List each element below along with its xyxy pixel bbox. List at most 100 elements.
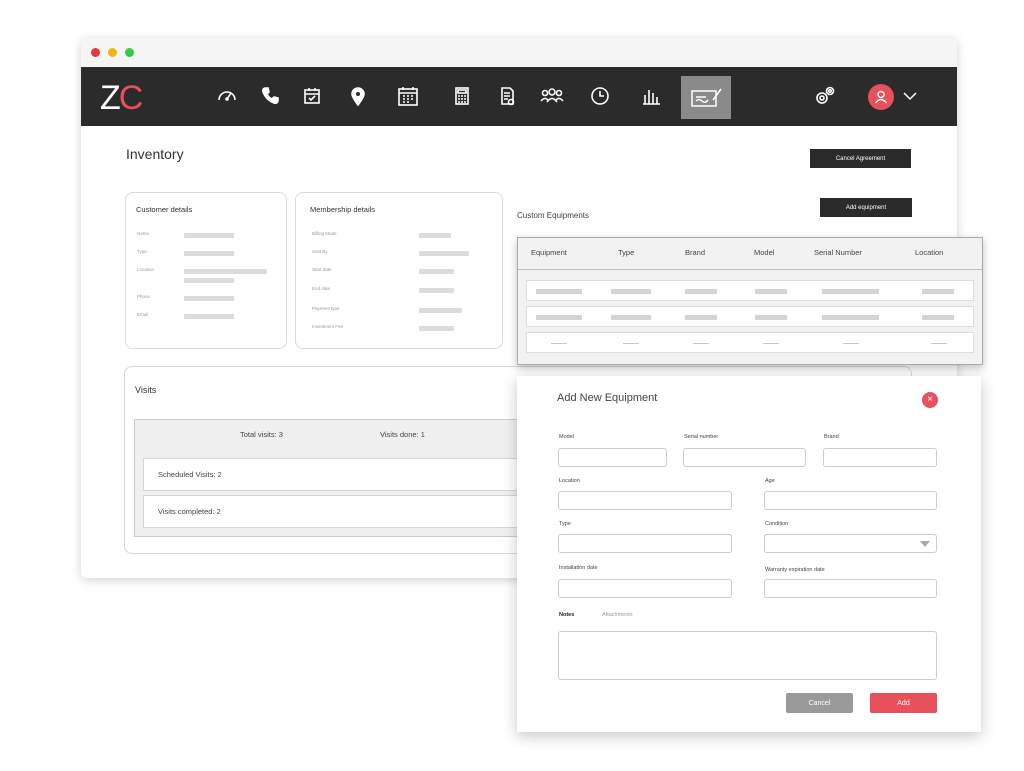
membership-details-title: Membership details xyxy=(310,205,376,214)
cell-placeholder xyxy=(822,315,879,320)
user-avatar-icon[interactable] xyxy=(868,84,894,110)
calendar-check-icon[interactable] xyxy=(297,81,327,111)
field-label: Phone xyxy=(137,294,151,299)
column-header-model[interactable]: Model xyxy=(754,248,774,257)
custom-equipments-table: Equipment Type Brand Model Serial Number… xyxy=(517,237,983,365)
visits-completed-label: Visits completed: 2 xyxy=(158,507,221,516)
window-titlebar xyxy=(81,38,957,67)
close-window-icon[interactable] xyxy=(91,48,100,57)
cell-placeholder xyxy=(611,315,651,320)
gears-icon[interactable] xyxy=(810,81,840,111)
column-header-type[interactable]: Type xyxy=(618,248,634,257)
warranty-expiration-input[interactable] xyxy=(764,579,937,598)
customer-details-title: Customer details xyxy=(136,205,193,214)
clock-icon[interactable] xyxy=(585,81,615,111)
calendar-icon[interactable] xyxy=(393,81,423,111)
column-header-location[interactable]: Location xyxy=(915,248,943,257)
add-button[interactable]: Add xyxy=(870,693,937,713)
minimize-window-icon[interactable] xyxy=(108,48,117,57)
document-icon[interactable] xyxy=(492,81,522,111)
notes-textarea[interactable] xyxy=(558,631,937,680)
add-equipment-button[interactable]: Add equipment xyxy=(820,198,912,217)
chevron-down-icon[interactable] xyxy=(902,89,918,107)
top-navbar: ZC xyxy=(81,67,957,126)
brand-input[interactable] xyxy=(823,448,937,467)
value-placeholder xyxy=(184,233,234,238)
warranty-expiration-label: Warranty expiration date xyxy=(765,567,825,573)
empty-cell-dash xyxy=(843,343,859,344)
location-input[interactable] xyxy=(558,491,732,510)
field-label: End date xyxy=(312,286,331,291)
cell-placeholder xyxy=(685,289,717,294)
tab-attachments[interactable]: Attachments xyxy=(602,612,633,618)
field-label: Billing Mode xyxy=(312,231,337,236)
empty-cell-dash xyxy=(763,343,779,344)
maximize-window-icon[interactable] xyxy=(125,48,134,57)
brand-label: Brand xyxy=(824,434,839,440)
total-visits-label: Total visits: 3 xyxy=(240,430,283,439)
cell-placeholder xyxy=(755,315,787,320)
team-icon[interactable] xyxy=(537,81,567,111)
column-header-equipment[interactable]: Equipment xyxy=(531,248,567,257)
table-header: Equipment Type Brand Model Serial Number… xyxy=(518,238,982,270)
condition-select[interactable] xyxy=(764,534,937,553)
serial-number-label: Serial number xyxy=(684,434,719,440)
scheduled-visits-label: Scheduled Visits: 2 xyxy=(158,470,222,479)
empty-cell-dash xyxy=(693,343,709,344)
age-input[interactable] xyxy=(764,491,937,510)
logo-letter-z: Z xyxy=(100,79,121,117)
dropdown-arrow-icon xyxy=(920,541,930,547)
table-row[interactable] xyxy=(526,306,974,327)
empty-cell-dash xyxy=(551,343,567,344)
field-label: Sold By xyxy=(312,249,328,254)
table-row[interactable] xyxy=(526,280,974,301)
type-label: Type xyxy=(559,521,571,527)
calculator-icon[interactable] xyxy=(447,81,477,111)
empty-cell-dash xyxy=(931,343,947,344)
serial-number-input[interactable] xyxy=(683,448,806,467)
field-label: Location xyxy=(137,267,155,272)
field-label: Type xyxy=(137,249,147,254)
add-equipment-modal: Add New Equipment × Model Serial number … xyxy=(517,376,981,732)
value-placeholder xyxy=(419,269,454,274)
table-row[interactable] xyxy=(526,332,974,353)
nav-item-agreements-active[interactable] xyxy=(681,76,731,119)
visits-title: Visits xyxy=(135,385,157,395)
zc-logo[interactable]: ZC xyxy=(100,79,143,118)
cell-placeholder xyxy=(611,289,651,294)
installation-date-input[interactable] xyxy=(558,579,732,598)
column-header-serial-number[interactable]: Serial Number xyxy=(814,248,862,257)
value-placeholder xyxy=(184,269,267,274)
type-input[interactable] xyxy=(558,534,732,553)
value-placeholder xyxy=(184,296,234,301)
model-label: Model xyxy=(559,434,574,440)
location-pin-icon[interactable] xyxy=(343,81,373,111)
cell-placeholder xyxy=(922,289,954,294)
cancel-agreement-button[interactable]: Cancel Agreement xyxy=(810,149,911,168)
field-label: Email xyxy=(137,312,149,317)
cell-placeholder xyxy=(922,315,954,320)
field-label: Payment type xyxy=(312,306,340,311)
close-icon[interactable]: × xyxy=(922,392,938,408)
visits-done-label: Visits done: 1 xyxy=(380,430,425,439)
bar-chart-icon[interactable] xyxy=(636,81,666,111)
tab-notes[interactable]: Notes xyxy=(559,612,574,618)
value-placeholder xyxy=(419,251,469,256)
field-label: Start date xyxy=(312,267,332,272)
value-placeholder xyxy=(419,326,454,331)
value-placeholder xyxy=(184,251,234,256)
condition-label: Condition xyxy=(765,521,789,527)
membership-details-card: Membership details Billing Mode Sold By … xyxy=(295,192,503,349)
custom-equipments-title: Custom Equipments xyxy=(517,211,590,220)
value-placeholder xyxy=(419,288,454,293)
model-input[interactable] xyxy=(558,448,667,467)
empty-cell-dash xyxy=(623,343,639,344)
value-placeholder xyxy=(419,233,451,238)
speedometer-icon[interactable] xyxy=(212,81,242,111)
cell-placeholder xyxy=(536,289,582,294)
cancel-button[interactable]: Cancel xyxy=(786,693,853,713)
phone-icon[interactable] xyxy=(255,81,285,111)
column-header-brand[interactable]: Brand xyxy=(685,248,705,257)
value-placeholder xyxy=(184,278,234,283)
value-placeholder xyxy=(419,308,462,313)
